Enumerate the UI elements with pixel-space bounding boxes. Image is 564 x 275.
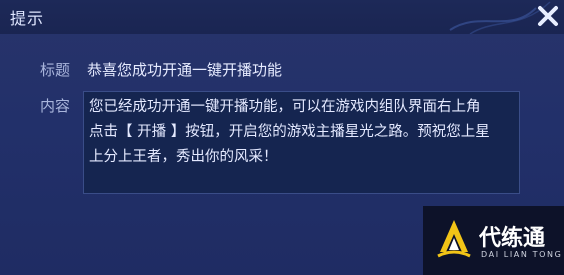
title-label: 标题: [40, 61, 71, 79]
dialog-title-bar: 提示: [0, 0, 564, 34]
dai-lian-tong-logo: [437, 220, 471, 258]
title-value: 恭喜您成功开通一键开播功能: [87, 61, 283, 79]
content-text-area: 您已经成功开通一键开播功能，可以在游戏内组队界面右上角 点击【 开播 】按钮，开启…: [83, 91, 520, 194]
content-line: 点击【 开播 】按钮，开启您的游戏主播星光之路。预祝您上星: [89, 124, 490, 140]
close-icon: [538, 6, 558, 26]
dialog-title: 提示: [10, 9, 45, 28]
content-text: 您已经成功开通一键开播功能，可以在游戏内组队界面右上角 点击【 开播 】按钮，开启…: [89, 95, 515, 170]
notification-dialog: 提示 标题 恭喜您成功开通一键开播功能 内容 您已经成功开通一键开播功能，可以在…: [0, 0, 564, 275]
close-button[interactable]: [536, 4, 560, 28]
watermark-name-en: DAI LIAN TONG: [481, 250, 563, 259]
watermark-name-cn: 代练通: [479, 226, 546, 251]
content-line: 上分上王者，秀出你的风采！: [89, 149, 278, 165]
content-label: 内容: [40, 97, 71, 115]
content-line: 您已经成功开通一键开播功能，可以在游戏内组队界面右上角: [89, 99, 481, 115]
watermark: 代练通 DAI LIAN TONG: [423, 206, 564, 275]
